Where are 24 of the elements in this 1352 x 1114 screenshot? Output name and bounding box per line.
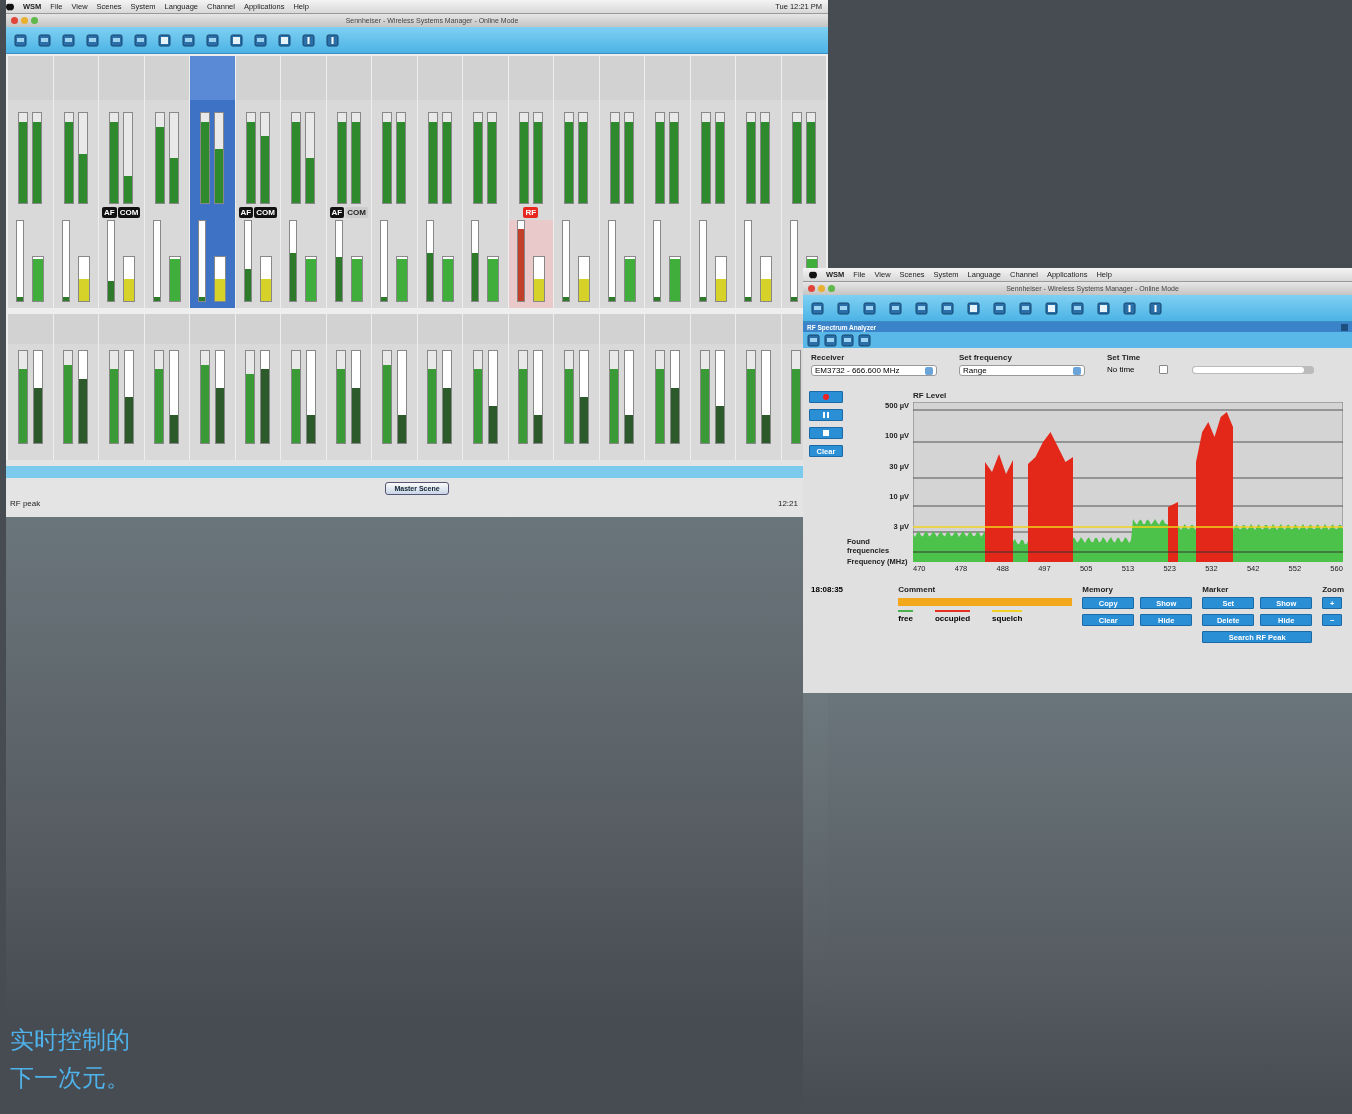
- legend-item: occupied: [935, 610, 971, 623]
- time-value: No time: [1107, 365, 1135, 374]
- caption-line: 实时控制的: [10, 1025, 130, 1056]
- rf-level-title: RF Level: [913, 391, 948, 400]
- legend-item: free: [898, 610, 913, 623]
- zoom-label: Zoom: [1322, 585, 1344, 594]
- frequency-label: Set frequency: [959, 353, 1013, 362]
- legend-item: squelch: [992, 610, 1023, 623]
- status-text: RF peak: [10, 499, 41, 508]
- status-badge: COM: [254, 206, 277, 218]
- receiver-label: Receiver: [811, 353, 846, 362]
- status-badge: AF: [102, 206, 117, 218]
- caption-line: 下一次元。: [10, 1063, 130, 1094]
- status-time: 12:21: [777, 499, 798, 508]
- status-badge: AF: [329, 206, 345, 218]
- marker-label: Marker: [1202, 585, 1230, 594]
- status-badge: COM: [345, 206, 368, 218]
- comment-label: Comment: [898, 585, 937, 594]
- timestamp: 18:08:35: [811, 585, 845, 596]
- memory-label: Memory: [1082, 585, 1114, 594]
- status-badge: RF: [523, 206, 539, 218]
- status-badge: COM: [117, 206, 141, 218]
- time-label: Set Time: [1107, 353, 1142, 362]
- status-badge: AF: [238, 206, 254, 218]
